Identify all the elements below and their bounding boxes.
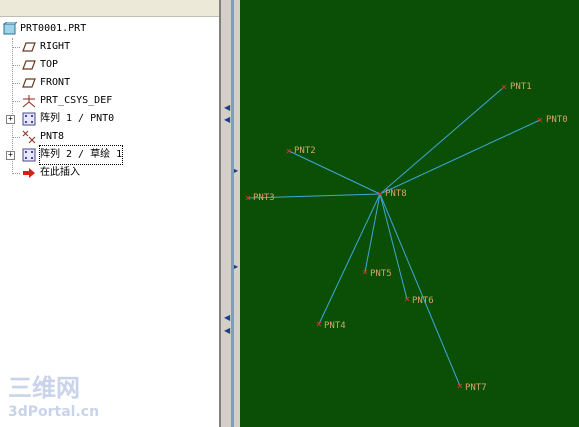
tree-item-label: PRT_CSYS_DEF: [40, 95, 113, 106]
point-marker-icon: [286, 148, 292, 154]
datum-point-pnt2[interactable]: PNT2: [286, 146, 316, 156]
point-marker-icon: [316, 321, 322, 327]
watermark-title: 三维网: [8, 374, 80, 402]
tree-root-label: PRT0001.PRT: [20, 23, 87, 34]
tree-item-pattern-1[interactable]: + 阵列 1 / PNT0: [0, 110, 200, 128]
model-canvas[interactable]: PNT1 PNT0 PNT2 PNT3 PNT8 PNT5 PNT6 PNT4 PNT7: [240, 0, 579, 427]
tree-item-label: FRONT: [40, 77, 71, 88]
tree-item-right[interactable]: RIGHT: [0, 38, 200, 56]
connector-line-pnt2[interactable]: [288, 150, 381, 195]
tree-item-csys[interactable]: PRT_CSYS_DEF: [0, 92, 200, 110]
tree-item-label: TOP: [40, 59, 59, 70]
point-marker-icon: [537, 117, 543, 123]
tree-item-label: 在此插入: [40, 167, 80, 178]
connector-line-pnt7[interactable]: [379, 193, 461, 387]
tree-item-top[interactable]: TOP: [0, 56, 200, 74]
connector-line-pnt1[interactable]: [379, 86, 505, 195]
tree-item-label: RIGHT: [40, 41, 71, 52]
point-label: PNT5: [370, 269, 392, 279]
pattern-icon: [22, 148, 36, 162]
coordinate-system-icon: [22, 95, 36, 108]
datum-point-pnt6[interactable]: PNT6: [404, 296, 434, 306]
tree-item-pattern-2[interactable]: + 阵列 2 / 草绘 1: [0, 145, 200, 165]
datum-point-pnt5[interactable]: PNT5: [362, 269, 392, 279]
datum-point-pnt1[interactable]: PNT1: [501, 82, 532, 92]
part-icon: [3, 22, 17, 35]
datum-plane-icon: [22, 60, 36, 70]
tree-item-insert-here[interactable]: 在此插入: [0, 164, 200, 182]
point-label: PNT3: [253, 193, 275, 203]
point-label: PNT6: [412, 296, 434, 306]
tree-item-label: PNT8: [40, 131, 65, 142]
point-label: PNT1: [510, 82, 532, 92]
datum-point-pnt0[interactable]: PNT0: [537, 115, 568, 125]
connector-line-pnt4[interactable]: [318, 193, 381, 325]
datum-point-pnt8[interactable]: PNT8: [377, 189, 407, 199]
point-marker-icon: [501, 84, 507, 90]
tree-root-item[interactable]: PRT0001.PRT: [0, 20, 200, 38]
insert-here-arrow-icon: [23, 168, 35, 178]
model-tree-panel: PRT0001.PRT RIGHT TOP FRONT PRT_CSYS_DEF…: [0, 0, 221, 427]
connector-line-pnt0[interactable]: [379, 119, 541, 195]
collapse-arrow-icon[interactable]: ◀: [224, 103, 230, 112]
datum-point-pnt7[interactable]: PNT7: [457, 383, 487, 393]
model-tree-header: [0, 0, 221, 17]
expand-icon[interactable]: +: [6, 151, 15, 160]
connector-line-pnt6[interactable]: [379, 193, 408, 300]
point-label: PNT2: [294, 146, 316, 156]
graphics-viewport[interactable]: PNT1 PNT0 PNT2 PNT3 PNT8 PNT5 PNT6 PNT4 PNT7: [240, 0, 579, 427]
point-marker-icon: [457, 383, 463, 389]
collapse-arrow-icon[interactable]: ◀: [224, 115, 230, 124]
datum-point-pnt4[interactable]: PNT4: [316, 321, 346, 331]
pattern-icon: [22, 112, 36, 126]
datum-point-icon: [22, 130, 36, 144]
connector-line-pnt5[interactable]: [364, 193, 381, 273]
datum-plane-icon: [22, 78, 36, 88]
point-label: PNT7: [465, 383, 487, 393]
tree-item-pnt8[interactable]: PNT8: [0, 128, 200, 146]
datum-plane-icon: [22, 42, 36, 52]
point-label: PNT4: [324, 321, 346, 331]
watermark-logo: 三维网 3dPortal.cn: [8, 374, 99, 420]
watermark-url: 3dPortal.cn: [8, 404, 99, 420]
tree-item-front[interactable]: FRONT: [0, 74, 200, 92]
expand-icon[interactable]: +: [6, 115, 15, 124]
collapse-arrow-icon[interactable]: ◀: [224, 313, 230, 322]
tree-item-label: 阵列 2 / 草绘 1: [38, 145, 124, 165]
point-label: PNT0: [546, 115, 568, 125]
collapse-arrow-icon[interactable]: ◀: [224, 326, 230, 335]
splitter-grip[interactable]: [231, 0, 234, 427]
point-label: PNT8: [385, 189, 407, 199]
tree-item-label: 阵列 1 / PNT0: [40, 113, 115, 124]
